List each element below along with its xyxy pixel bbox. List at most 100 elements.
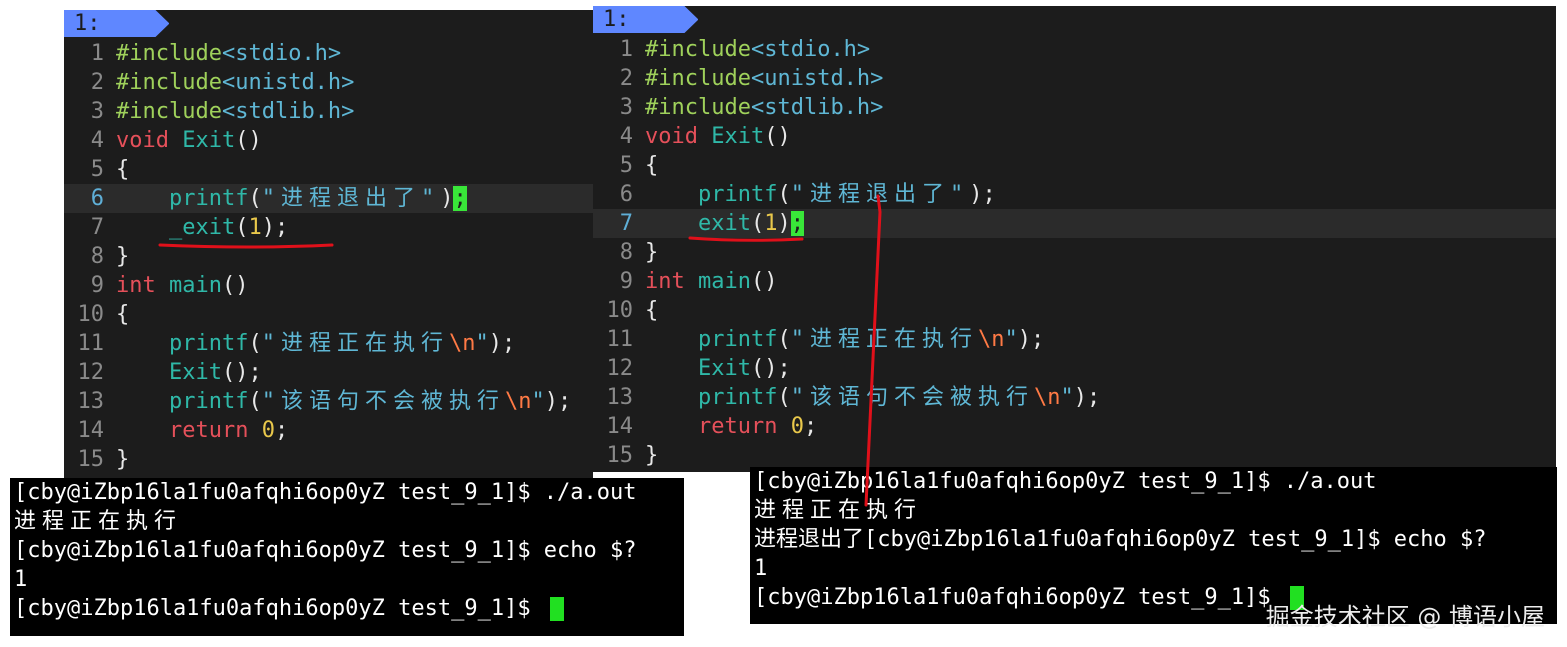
terminal-prompt: [cby@iZbp16la1fu0afqhi6op0yZ test_9_1]$ (754, 585, 1284, 610)
number-literal: 1 (248, 215, 262, 240)
string-literal: "该语句不会被执行 (261, 389, 505, 414)
number-literal: 0 (261, 418, 275, 443)
brace: { (645, 153, 659, 178)
brace: { (116, 302, 130, 327)
terminal-line: 进程正在执行 (754, 498, 923, 523)
brace: { (645, 298, 659, 323)
header-name: <unistd.h> (221, 70, 355, 95)
include-directive: #include (116, 70, 222, 95)
string-literal: "进程退出了" (261, 186, 441, 211)
brace: { (116, 157, 130, 182)
code-line: 6 printf("进程退出了"); (593, 180, 1556, 209)
include-directive: #include (645, 95, 751, 120)
punctuation: ) (440, 186, 454, 211)
line-number: 14 (606, 414, 634, 439)
escape-sequence: \n (504, 389, 532, 414)
keyword: int (645, 269, 685, 294)
line-number: 1 (619, 37, 633, 62)
code-line: 7 _exit(1); (64, 213, 593, 242)
current-code-line: 7 exit(1); (593, 209, 1556, 238)
line-number: 9 (619, 269, 633, 294)
punctuation: ; (274, 418, 289, 443)
code-line: 9 int main() (593, 267, 1556, 296)
left-code-area[interactable]: 1 #include<stdio.h> 2 #include<unistd.h> 3… (64, 39, 593, 474)
punctuation: ); (488, 331, 516, 356)
right-code-area[interactable]: 1 #include<stdio.h> 2 #include<unistd.h> 3… (593, 35, 1556, 470)
escape-sequence: \n (977, 327, 1005, 352)
line-number: 10 (77, 302, 105, 327)
left-file-tab[interactable]: 1: test.c (64, 10, 169, 37)
left-vim-editor: 1: test.c 1 #include<stdio.h> 2 #include<u… (64, 10, 593, 478)
terminal-line: 进程退出了[cby@iZbp16la1fu0afqhi6op0yZ test_9… (754, 527, 1487, 552)
line-number: 11 (606, 327, 634, 352)
terminal-line: 1 (754, 556, 768, 581)
function-call: _exit (168, 215, 236, 240)
code-line: 8} (64, 242, 593, 271)
escape-sequence: \n (448, 331, 476, 356)
punctuation: ( (235, 215, 249, 240)
punctuation: () (750, 269, 778, 294)
text-cursor: ; (790, 211, 804, 236)
brace: } (116, 447, 130, 472)
function-name: main (698, 269, 751, 294)
terminal-line: [cby@iZbp16la1fu0afqhi6op0yZ test_9_1]$ … (14, 480, 637, 505)
code-line: 10 { (593, 296, 1556, 325)
punctuation: ( (777, 385, 791, 410)
code-line: 11 printf("进程正在执行\n"); (64, 329, 593, 358)
line-number: 1 (90, 41, 104, 66)
code-line: 5{ (593, 151, 1556, 180)
code-line: 13 printf("该语句不会被执行\n"); (64, 387, 593, 416)
right-file-tab[interactable]: 1: test.c (593, 6, 698, 33)
line-number: 15 (77, 447, 105, 472)
function-call: printf (168, 186, 249, 211)
punctuation: () (221, 273, 249, 298)
include-directive: #include (116, 99, 222, 124)
punctuation: ( (248, 389, 262, 414)
punctuation: ( (777, 327, 791, 352)
right-vim-editor: 1: test.c 1 #include<stdio.h> 2 #include<u… (593, 6, 1556, 472)
terminal-line: 进程正在执行 (14, 509, 183, 534)
line-number: 7 (90, 215, 104, 240)
string-literal: "进程正在执行 (261, 331, 449, 356)
escape-sequence: \n (1033, 385, 1061, 410)
line-number: 2 (90, 70, 104, 95)
punctuation: ); (261, 215, 289, 240)
terminal-line: [cby@iZbp16la1fu0afqhi6op0yZ test_9_1]$ … (754, 469, 1377, 494)
header-name: <stdio.h> (221, 41, 342, 66)
keyword: void (645, 124, 698, 149)
code-line: 2 #include<unistd.h> (593, 64, 1556, 93)
keyword: return (697, 414, 778, 439)
function-call: printf (168, 331, 249, 356)
left-terminal[interactable]: [cby@iZbp16la1fu0afqhi6op0yZ test_9_1]$ … (10, 478, 684, 636)
terminal-prompt-line[interactable]: [cby@iZbp16la1fu0afqhi6op0yZ test_9_1]$ (10, 594, 684, 623)
current-code-line: 6 printf("进程退出了"); (64, 184, 593, 213)
punctuation: ; (803, 414, 818, 439)
number-literal: 0 (790, 414, 804, 439)
watermark: 掘金技术社区 @ 博语小屋 (1265, 603, 1545, 631)
string-literal: " (1004, 327, 1018, 352)
line-number: 3 (619, 95, 633, 120)
function-call: Exit (697, 356, 751, 381)
punctuation: ( (248, 331, 262, 356)
line-number: 4 (619, 124, 633, 149)
punctuation: ( (777, 182, 791, 207)
punctuation: () (235, 128, 262, 153)
code-line: 15} (64, 445, 593, 474)
line-number: 13 (77, 389, 105, 414)
code-line: 12 Exit(); (593, 354, 1556, 383)
line-number: 15 (606, 443, 634, 468)
number-literal: 1 (764, 211, 778, 236)
string-literal: "该语句不会被执行 (790, 385, 1034, 410)
code-line: 15} (593, 441, 1556, 470)
line-number: 4 (90, 128, 104, 153)
include-directive: #include (116, 41, 222, 66)
terminal-cursor (549, 597, 564, 621)
function-call: printf (697, 327, 778, 352)
line-number: 5 (90, 157, 104, 182)
function-name: main (169, 273, 222, 298)
code-line: 13 printf("该语句不会被执行\n"); (593, 383, 1556, 412)
code-line: 11 printf("进程正在执行\n"); (593, 325, 1556, 354)
code-line: 3 #include<stdlib.h> (64, 97, 593, 126)
text-cursor: ; (453, 186, 467, 211)
line-number: 6 (90, 186, 104, 211)
